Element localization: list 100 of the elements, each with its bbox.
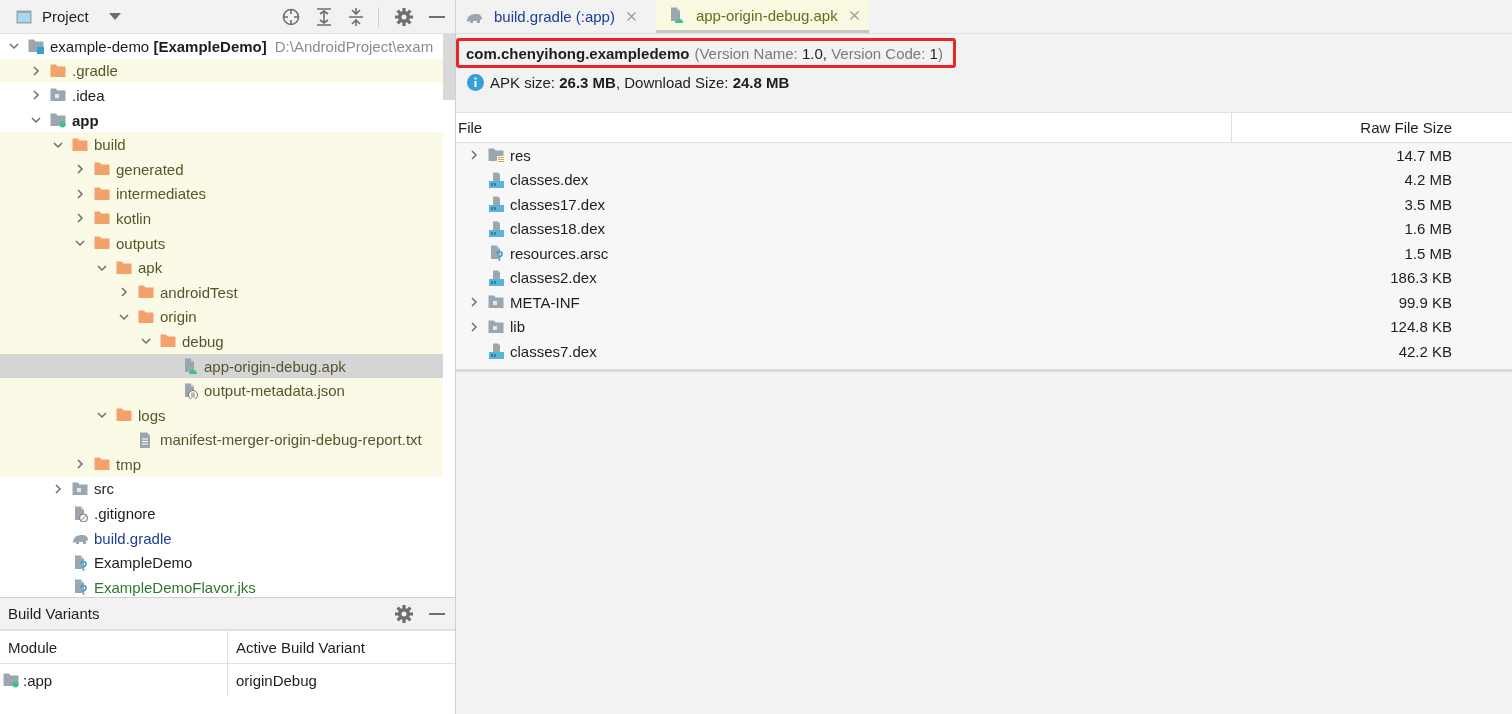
- file-icon: [72, 554, 88, 571]
- folder-icon: [94, 210, 110, 227]
- info-icon: [467, 74, 484, 91]
- folder-icon: [50, 62, 66, 79]
- version-info: (Version Name: 1.0, Version Code: 1): [694, 44, 943, 62]
- panel-title[interactable]: Project: [42, 8, 89, 25]
- file-icon: [182, 382, 198, 399]
- folder-icon: [94, 161, 110, 178]
- folder-icon: [116, 259, 132, 276]
- table-cell[interactable]: originDebug: [228, 664, 317, 696]
- tree-item[interactable]: outputs: [0, 230, 443, 256]
- tree-item[interactable]: app: [0, 107, 443, 133]
- file-name: resources.arsc: [510, 244, 609, 262]
- column-header[interactable]: Active Build Variant: [228, 631, 365, 663]
- tree-item[interactable]: debug: [0, 329, 443, 354]
- file-icon: [72, 579, 88, 596]
- file-name: META-INF: [510, 293, 580, 311]
- tree-item[interactable]: build: [0, 132, 443, 157]
- scrollbar[interactable]: [443, 34, 455, 100]
- folder-icon: [138, 284, 154, 301]
- file-size: 42.2 KB: [1398, 342, 1452, 360]
- dropdown-icon[interactable]: [108, 12, 121, 21]
- tree-item[interactable]: origin: [0, 304, 443, 330]
- file-name: classes7.dex: [510, 342, 597, 360]
- editor-tab[interactable]: build.gradle (:app): [464, 0, 646, 33]
- close-icon[interactable]: [626, 12, 636, 21]
- file-name: ExampleDemoFlavor.jks: [94, 578, 256, 596]
- tree-item[interactable]: kotlin: [0, 206, 443, 231]
- folder-icon: [72, 136, 88, 153]
- file-name: lib: [510, 318, 525, 336]
- folder-icon: [488, 147, 504, 164]
- tree-item[interactable]: .gradle: [0, 58, 443, 84]
- file-icon: [488, 196, 504, 213]
- tree-item[interactable]: app-origin-debug.apk: [0, 353, 443, 379]
- tree-item[interactable]: generated: [0, 156, 443, 182]
- column-header[interactable]: Module: [0, 631, 228, 663]
- file-size: 1.5 MB: [1404, 244, 1452, 262]
- table-row[interactable]: classes18.dex 1.6 MB: [456, 216, 1512, 241]
- folder-icon: [94, 456, 110, 473]
- locate-icon[interactable]: [282, 7, 300, 26]
- file-size: 3.5 MB: [1404, 195, 1452, 213]
- table-row[interactable]: META-INF 99.9 KB: [456, 290, 1512, 315]
- file-name: classes18.dex: [510, 220, 606, 238]
- table-row[interactable]: lib 124.8 KB: [456, 314, 1512, 339]
- folder-icon: [72, 481, 88, 497]
- tree-item[interactable]: build.gradle: [0, 525, 443, 551]
- file-path: D:\AndroidProject\exam: [274, 37, 434, 55]
- tree-item[interactable]: tmp: [0, 452, 443, 477]
- expand-all-icon[interactable]: [316, 7, 332, 26]
- folder-icon: [488, 318, 504, 335]
- file-name: classes2.dex: [510, 269, 597, 287]
- table-row[interactable]: classes.dex 4.2 MB: [456, 167, 1512, 192]
- tree-item[interactable]: androidTest: [0, 279, 443, 305]
- tree-item[interactable]: ExampleDemo: [0, 550, 443, 576]
- folder-icon: [160, 333, 176, 350]
- file-size: 124.8 KB: [1390, 318, 1452, 336]
- file-name: res: [510, 146, 531, 164]
- tree-item[interactable]: logs: [0, 402, 443, 428]
- tree-item[interactable]: src: [0, 476, 443, 502]
- tree-item[interactable]: .gitignore: [0, 501, 443, 526]
- file-icon: [488, 269, 504, 286]
- file-size: 186.3 KB: [1390, 269, 1452, 287]
- settings-icon[interactable]: [395, 7, 413, 26]
- file-size: 4.2 MB: [1404, 171, 1452, 189]
- package-name: com.chenyihong.exampledemo: [466, 44, 690, 62]
- apk-size-text: APK size: 26.3 MB, Download Size: 24.8 MB: [490, 74, 790, 91]
- folder-icon: [116, 407, 132, 424]
- editor-tab[interactable]: app-origin-debug.apk: [655, 0, 869, 33]
- tree-item[interactable]: ExampleDemoFlavor.jks: [0, 575, 443, 597]
- table-row[interactable]: res 14.7 MB: [456, 143, 1512, 168]
- tree-item[interactable]: intermediates: [0, 181, 443, 207]
- table-cell: :app: [23, 671, 53, 689]
- folder-icon: [50, 112, 66, 129]
- file-icon: [488, 245, 504, 262]
- table-row[interactable]: classes7.dex 42.2 KB: [456, 339, 1512, 364]
- close-icon[interactable]: [849, 10, 859, 20]
- file-icon: [488, 171, 504, 188]
- file-icon: [72, 505, 88, 522]
- file-size: 1.6 MB: [1404, 220, 1452, 238]
- file-name: build.gradle: [94, 529, 172, 547]
- table-row[interactable]: resources.arsc 1.5 MB: [456, 241, 1512, 266]
- folder-icon: [50, 87, 66, 104]
- folder-icon: [94, 185, 110, 202]
- tree-item[interactable]: example-demo [ExampleDemo] D:\AndroidProject\exam: [0, 34, 443, 59]
- file-icon: [488, 220, 504, 237]
- folder-icon: [3, 672, 19, 688]
- table-row[interactable]: classes17.dex 3.5 MB: [456, 192, 1512, 217]
- folder-icon: [94, 235, 110, 252]
- file-name: classes.dex: [510, 171, 589, 189]
- folder-icon: [488, 294, 504, 311]
- tree-item[interactable]: output-metadata.json: [0, 378, 443, 403]
- window-icon: [16, 9, 32, 24]
- column-header[interactable]: Raw File Size: [1232, 119, 1512, 136]
- settings-icon[interactable]: [395, 604, 413, 623]
- collapse-all-icon[interactable]: [348, 7, 364, 26]
- tree-item[interactable]: manifest-merger-origin-debug-report.txt: [0, 427, 443, 453]
- tree-item[interactable]: apk: [0, 255, 443, 280]
- column-header[interactable]: File: [456, 113, 1232, 142]
- table-row[interactable]: classes2.dex 186.3 KB: [456, 265, 1512, 290]
- tree-item[interactable]: .idea: [0, 83, 443, 108]
